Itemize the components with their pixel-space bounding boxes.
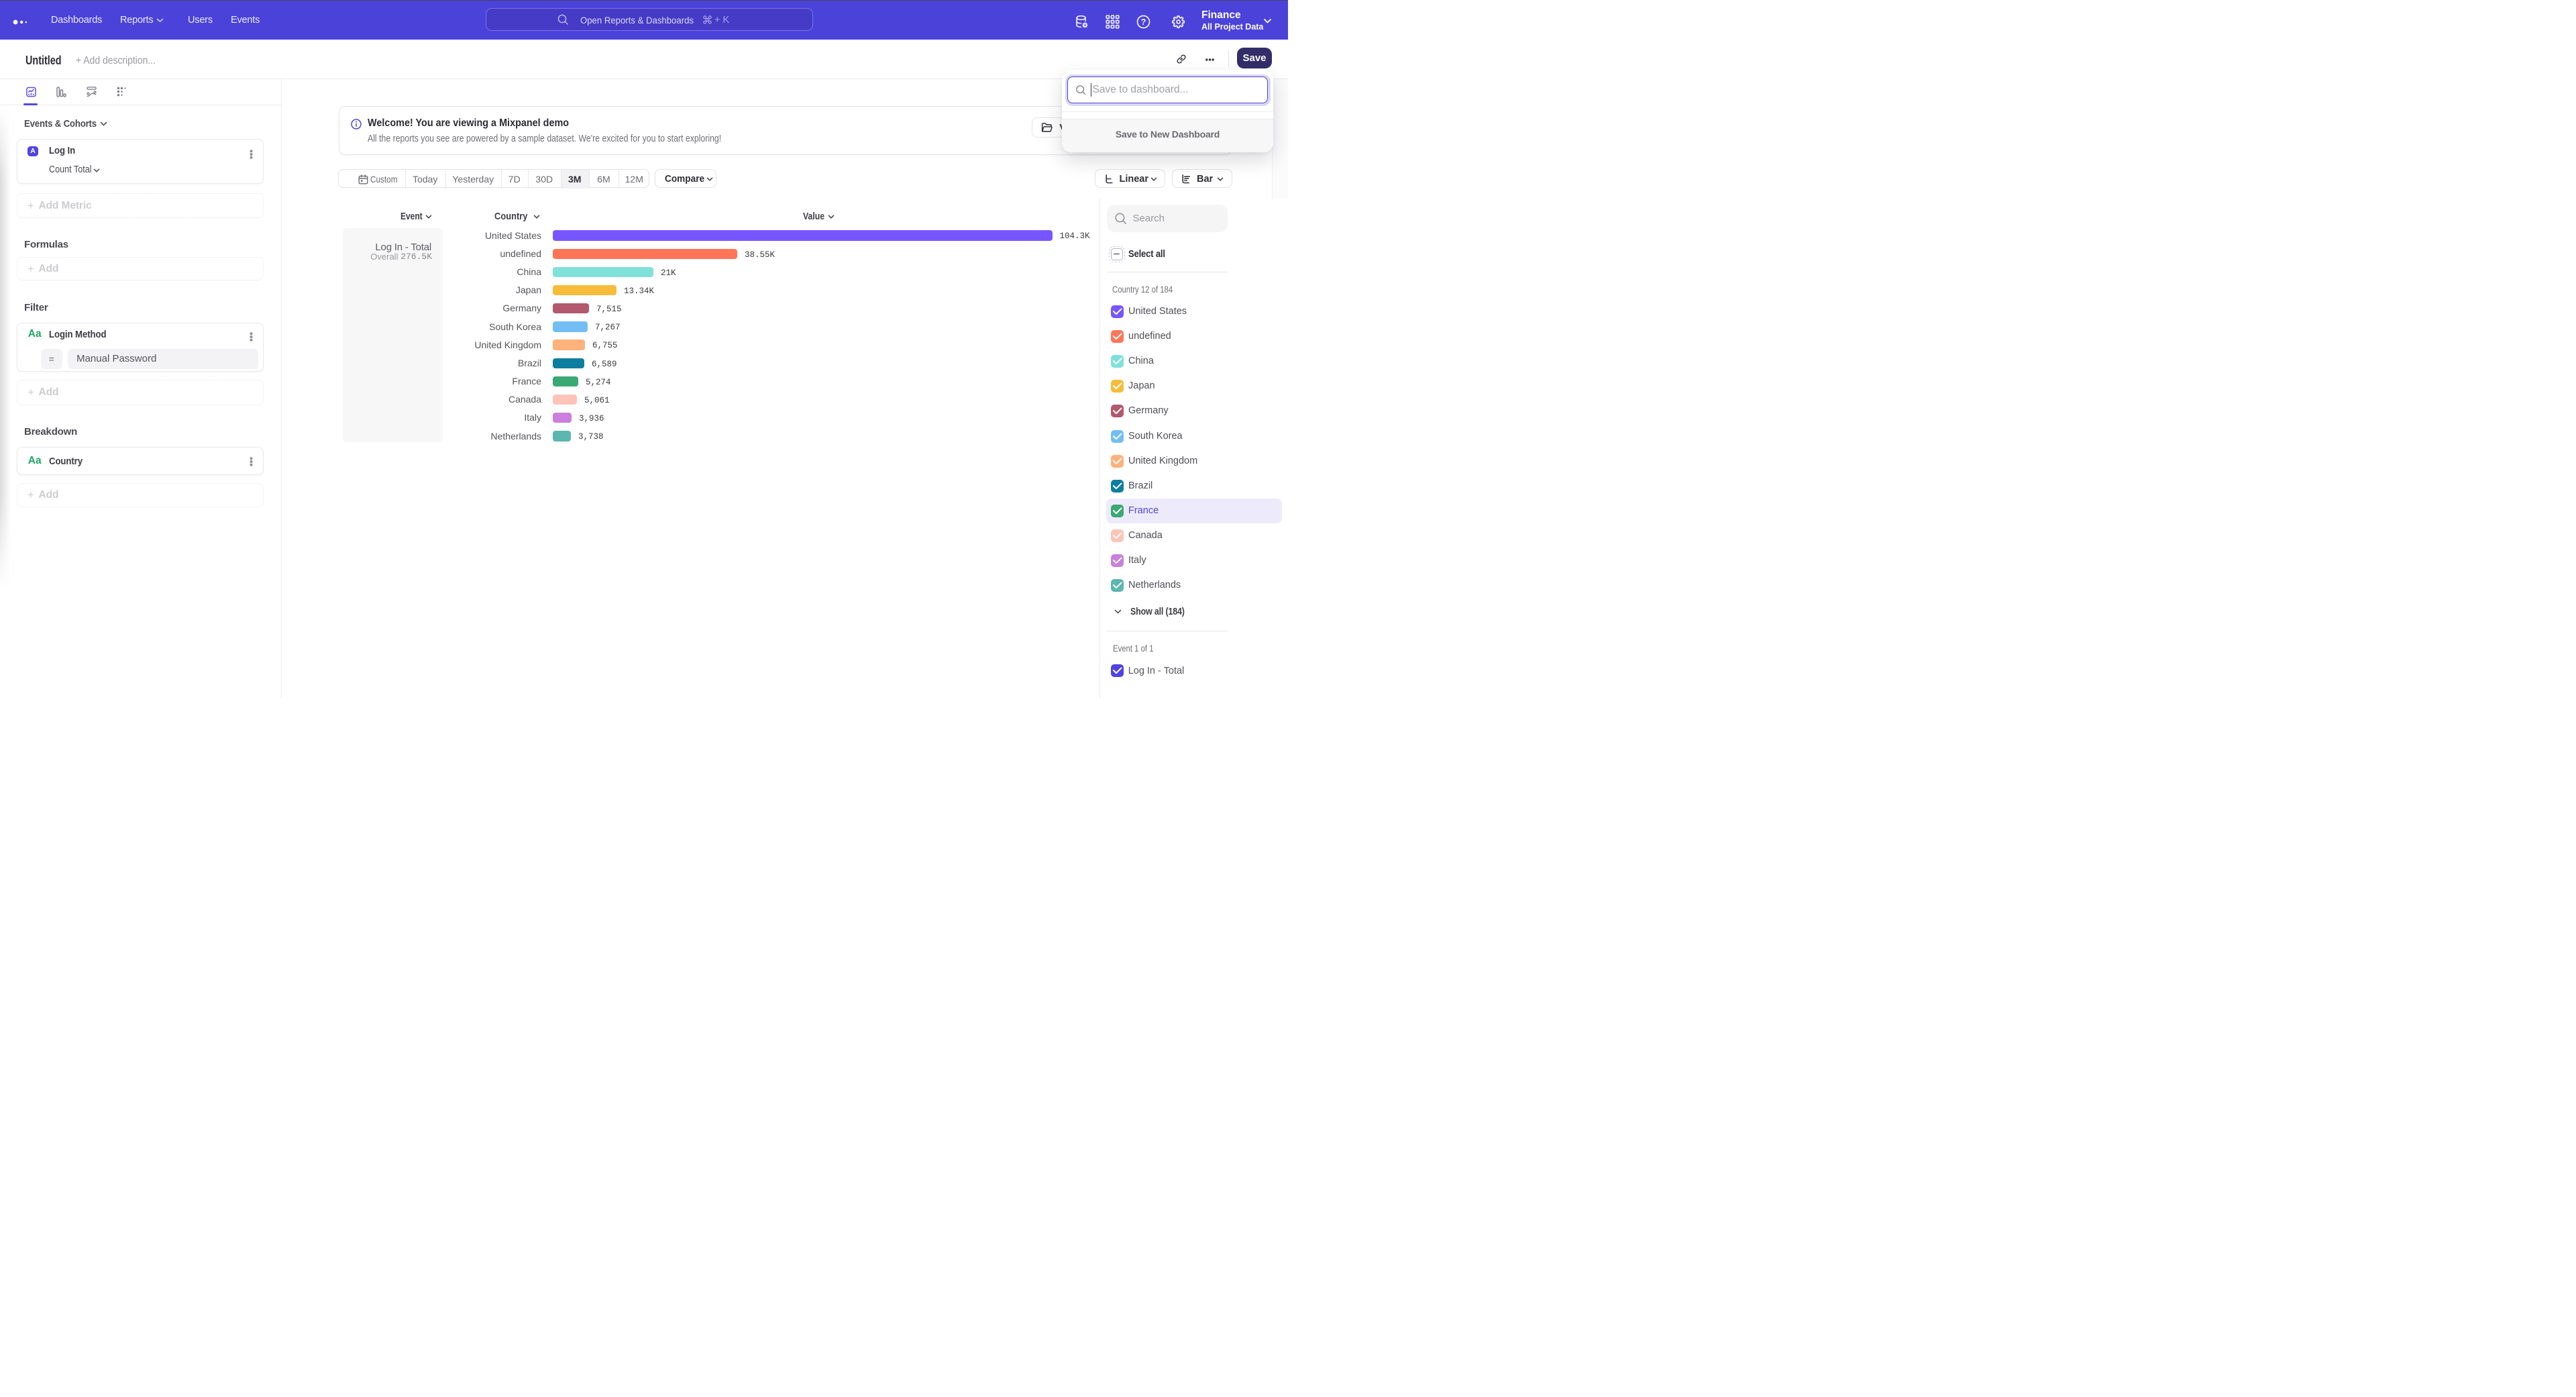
svg-text:?: ? xyxy=(1141,17,1146,27)
